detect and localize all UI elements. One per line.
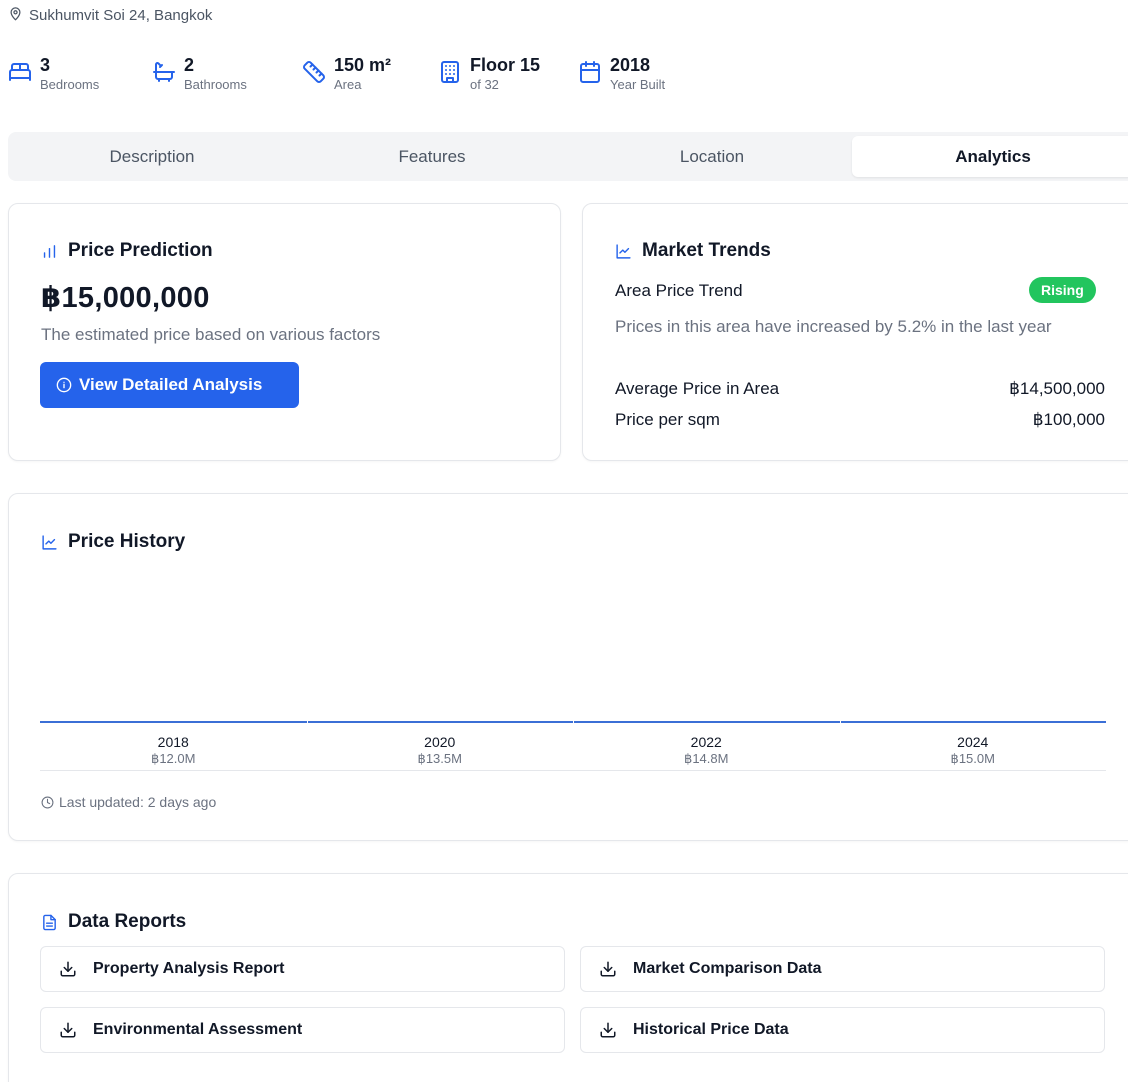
card-title: Price History (41, 531, 185, 553)
property-location: Sukhumvit Soi 24, Bangkok (8, 6, 212, 25)
stat-bathrooms: 2 Bathrooms (152, 54, 247, 93)
price-prediction-card: Price Prediction ฿15,000,000 The estimat… (8, 203, 561, 461)
calendar-icon (578, 60, 602, 84)
chart-column-label: 2024 ฿15.0M (840, 734, 1107, 767)
chart-bar (840, 721, 1106, 723)
stat-label: Bedrooms (40, 77, 100, 92)
trend-label: Area Price Trend (615, 281, 743, 300)
stat-value: 2 (184, 55, 195, 75)
card-title-text: Price Prediction (68, 240, 213, 261)
clock-icon (41, 796, 54, 809)
document-icon (41, 914, 58, 931)
average-price-row: Average Price in Area ฿14,500,000 (615, 379, 1105, 399)
tab-analytics[interactable]: Analytics (852, 136, 1128, 177)
ruler-icon (302, 60, 326, 84)
chart-value-label: ฿15.0M (950, 751, 995, 766)
market-trends-card: Market Trends Area Price Trend Rising Pr… (582, 203, 1128, 461)
bath-icon (152, 60, 176, 84)
card-title: Data Reports (41, 911, 186, 933)
data-reports-card: Data Reports Property Analysis Report Ma… (8, 873, 1128, 1082)
stat-label: Area (334, 77, 362, 92)
download-icon (59, 960, 77, 978)
map-pin-icon (8, 6, 23, 25)
card-title-text: Data Reports (68, 911, 187, 932)
building-icon (438, 60, 462, 84)
trend-description: Prices in this area have increased by 5.… (615, 317, 1052, 336)
stat-bedrooms: 3 Bedrooms (8, 54, 99, 93)
property-analysis-report-button[interactable]: Property Analysis Report (40, 946, 565, 992)
card-title-text: Price History (68, 531, 186, 552)
chart-column-label: 2018 ฿12.0M (40, 734, 307, 767)
tab-bar: Description Features Location Analytics (8, 132, 1128, 181)
stat-label: Year Built (610, 77, 666, 92)
view-detailed-analysis-button[interactable]: View Detailed Analysis (40, 362, 299, 408)
chart-bar (307, 721, 573, 723)
prediction-description: The estimated price based on various fac… (41, 325, 381, 344)
chart-year-label: 2024 (957, 734, 989, 750)
stat-value: 3 (40, 55, 51, 75)
download-icon (59, 1021, 77, 1039)
last-updated: Last updated: 2 days ago (41, 794, 216, 810)
tab-location[interactable]: Location (572, 136, 852, 177)
chart-value-label: ฿13.5M (417, 751, 462, 766)
card-title-text: Market Trends (642, 240, 771, 261)
report-label: Property Analysis Report (93, 960, 285, 977)
stat-value: Floor 15 (470, 55, 541, 75)
download-icon (599, 1021, 617, 1039)
stat-year-built: 2018 Year Built (578, 54, 665, 93)
chart-value-label: ฿12.0M (151, 751, 196, 766)
button-label: View Detailed Analysis (79, 375, 263, 394)
stat-value: 150 m² (334, 55, 392, 75)
chart-divider (40, 770, 1106, 771)
stat-label: Bathrooms (184, 77, 247, 92)
row-value: ฿14,500,000 (1009, 379, 1105, 398)
row-label: Price per sqm (615, 410, 720, 429)
predicted-price: ฿15,000,000 (41, 282, 210, 314)
tab-features[interactable]: Features (292, 136, 572, 177)
chart-year-label: 2020 (424, 734, 456, 750)
chart-bar (574, 721, 840, 723)
price-history-card: Price History 2018 ฿12.0M 2020 ฿13.5M 2022 ฿1… (8, 493, 1128, 841)
report-label: Environmental Assessment (93, 1021, 303, 1038)
chart-year-label: 2022 (690, 734, 722, 750)
stat-area: 150 m² Area (302, 54, 391, 93)
chart-bar (40, 721, 307, 723)
row-label: Average Price in Area (615, 379, 780, 398)
historical-price-data-button[interactable]: Historical Price Data (580, 1007, 1105, 1053)
stat-label: of 32 (470, 77, 499, 92)
price-per-sqm-row: Price per sqm ฿100,000 (615, 410, 1105, 430)
chart-value-label: ฿14.8M (684, 751, 729, 766)
report-label: Market Comparison Data (633, 960, 822, 977)
trend-status-badge: Rising (1029, 277, 1096, 303)
report-label: Historical Price Data (633, 1021, 789, 1038)
last-updated-text: Last updated: 2 days ago (59, 794, 217, 810)
market-comparison-data-button[interactable]: Market Comparison Data (580, 946, 1105, 992)
location-text: Sukhumvit Soi 24, Bangkok (29, 7, 213, 24)
chart-year-label: 2018 (157, 734, 189, 750)
row-value: ฿100,000 (1032, 410, 1105, 429)
stat-value: 2018 (610, 55, 651, 75)
bed-icon (8, 60, 32, 84)
line-chart-icon (615, 243, 632, 260)
info-icon (56, 377, 72, 393)
chart-column-label: 2022 ฿14.8M (573, 734, 840, 767)
stat-floor: Floor 15 of 32 (438, 54, 540, 93)
download-icon (599, 960, 617, 978)
line-chart-icon (41, 534, 58, 551)
environmental-assessment-button[interactable]: Environmental Assessment (40, 1007, 565, 1053)
tab-description[interactable]: Description (12, 136, 292, 177)
chart-column-label: 2020 ฿13.5M (307, 734, 574, 767)
price-history-chart: 2018 ฿12.0M 2020 ฿13.5M 2022 ฿14.8M 2024 ฿15.0M (40, 614, 1106, 774)
card-title: Price Prediction (41, 240, 213, 262)
card-title: Market Trends (615, 240, 771, 262)
bar-chart-icon (41, 243, 58, 260)
